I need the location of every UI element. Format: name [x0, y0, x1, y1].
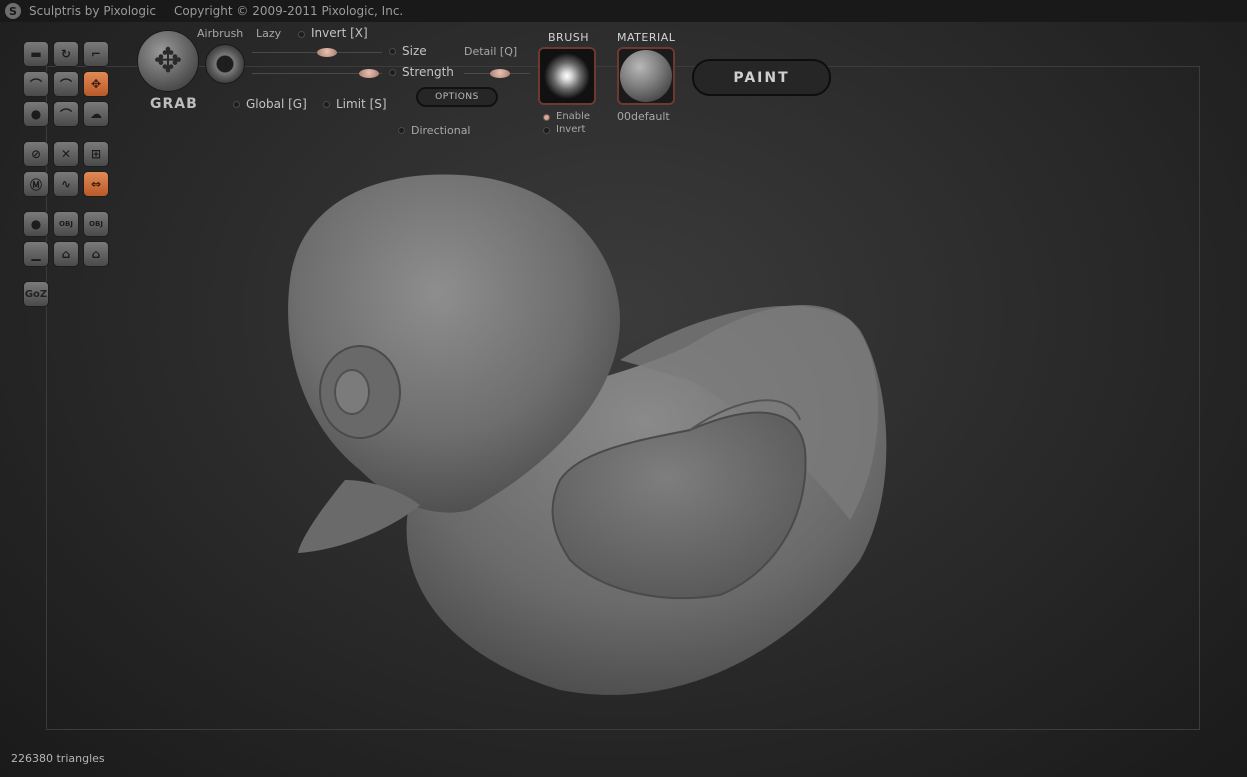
detail-label: Detail [Q] [464, 45, 518, 58]
grid-icon: ⊞ [90, 147, 102, 161]
pinch-tool-button[interactable]: ● [23, 101, 49, 127]
import-obj-icon: OBJ [59, 220, 73, 228]
flatten-tool-button[interactable]: ⌒ [53, 71, 79, 97]
scale-tool-button[interactable]: ⌐ [83, 41, 109, 67]
symmetry-icon: ⊘ [30, 147, 42, 161]
paint-button[interactable]: PAINT [692, 59, 831, 96]
directional-label[interactable]: Directional [411, 124, 471, 137]
inflate-icon: ⌒ [59, 107, 72, 122]
wave-tool-button[interactable]: ∿ [53, 171, 79, 197]
strength-label: Strength [402, 65, 454, 79]
symmetry-tool-button[interactable]: ⊘ [23, 141, 49, 167]
brush-invert-toggle[interactable] [543, 127, 550, 134]
crease-icon: ⌒ [29, 77, 42, 92]
open-icon: ⌂ [61, 247, 71, 261]
brush-invert-label[interactable]: Invert [556, 124, 585, 135]
brush-size-orb[interactable] [205, 44, 245, 84]
mask-icon: Ⓜ [29, 177, 42, 192]
save-file-button[interactable]: ⌂ [83, 241, 109, 267]
size-label: Size [402, 44, 427, 58]
global-label[interactable]: Global [G] [246, 97, 307, 111]
smooth-tool-button[interactable]: ☁ [83, 101, 109, 127]
brush-enable-toggle[interactable] [543, 114, 550, 121]
duck-eye-inner [334, 369, 370, 415]
lazy-label[interactable]: Lazy [256, 27, 281, 40]
limit-label[interactable]: Limit [S] [336, 97, 387, 111]
tool-name: GRAB [150, 96, 198, 112]
mirror-icon: ⇔ [90, 177, 102, 191]
material-name: 00default [617, 110, 670, 123]
directional-toggle[interactable] [398, 127, 405, 134]
wave-icon: ∿ [60, 177, 72, 191]
grab-icon: ✥ [90, 77, 102, 91]
pinch-icon: ● [30, 107, 42, 121]
mirror-tool-button[interactable]: ⇔ [83, 171, 109, 197]
wireframe-icon: ✕ [60, 147, 72, 161]
crease-tool-button[interactable]: ⌒ [23, 71, 49, 97]
grab-tool-button[interactable]: ✥ [83, 71, 109, 97]
export-obj-button[interactable]: OBJ [83, 211, 109, 237]
invert-label[interactable]: Invert [X] [311, 26, 368, 40]
flatten-icon: ⌒ [59, 77, 72, 92]
export-obj-icon: OBJ [89, 220, 103, 228]
limit-toggle[interactable] [323, 101, 330, 108]
mask-tool-button[interactable]: Ⓜ [23, 171, 49, 197]
rotate-icon: ↻ [60, 47, 72, 61]
move-arrows-icon: ✥ [153, 41, 183, 81]
airbrush-label[interactable]: Airbrush [197, 27, 243, 40]
wireframe-tool-button[interactable]: ✕ [53, 141, 79, 167]
grab-brush-preview[interactable]: ✥ [137, 30, 199, 92]
plane-tool-button[interactable]: ▁ [23, 241, 49, 267]
rotate-tool-button[interactable]: ↻ [53, 41, 79, 67]
material-title: MATERIAL [617, 31, 676, 44]
material-swatch[interactable] [617, 47, 675, 105]
draw-tool-button[interactable]: ▬ [23, 41, 49, 67]
smooth-icon: ☁ [90, 107, 102, 121]
import-obj-button[interactable]: OBJ [53, 211, 79, 237]
inflate-tool-button[interactable]: ⌒ [53, 101, 79, 127]
strength-toggle[interactable] [389, 69, 396, 76]
scale-icon: ⌐ [90, 47, 102, 61]
brush-title: BRUSH [548, 31, 589, 44]
goz-button[interactable]: GoZ [23, 281, 49, 307]
material-ball-icon [620, 50, 672, 102]
brush-alpha-swatch[interactable] [538, 47, 596, 105]
triangle-count: 226380 triangles [11, 752, 105, 765]
strength-slider-knob[interactable] [359, 69, 379, 78]
size-toggle[interactable] [389, 48, 396, 55]
global-toggle[interactable] [233, 101, 240, 108]
grid-tool-button[interactable]: ⊞ [83, 141, 109, 167]
invert-toggle[interactable] [298, 31, 305, 38]
brush-enable-label[interactable]: Enable [556, 111, 590, 122]
sphere-tool-button[interactable]: ● [23, 211, 49, 237]
sphere-icon: ● [30, 217, 42, 231]
plane-icon: ▁ [31, 247, 41, 261]
open-file-button[interactable]: ⌂ [53, 241, 79, 267]
save-icon: ⌂ [91, 247, 101, 261]
brush-alpha-icon [540, 49, 594, 103]
draw-icon: ▬ [30, 47, 42, 61]
goz-label: GoZ [24, 288, 48, 300]
options-button[interactable]: OPTIONS [416, 87, 498, 107]
